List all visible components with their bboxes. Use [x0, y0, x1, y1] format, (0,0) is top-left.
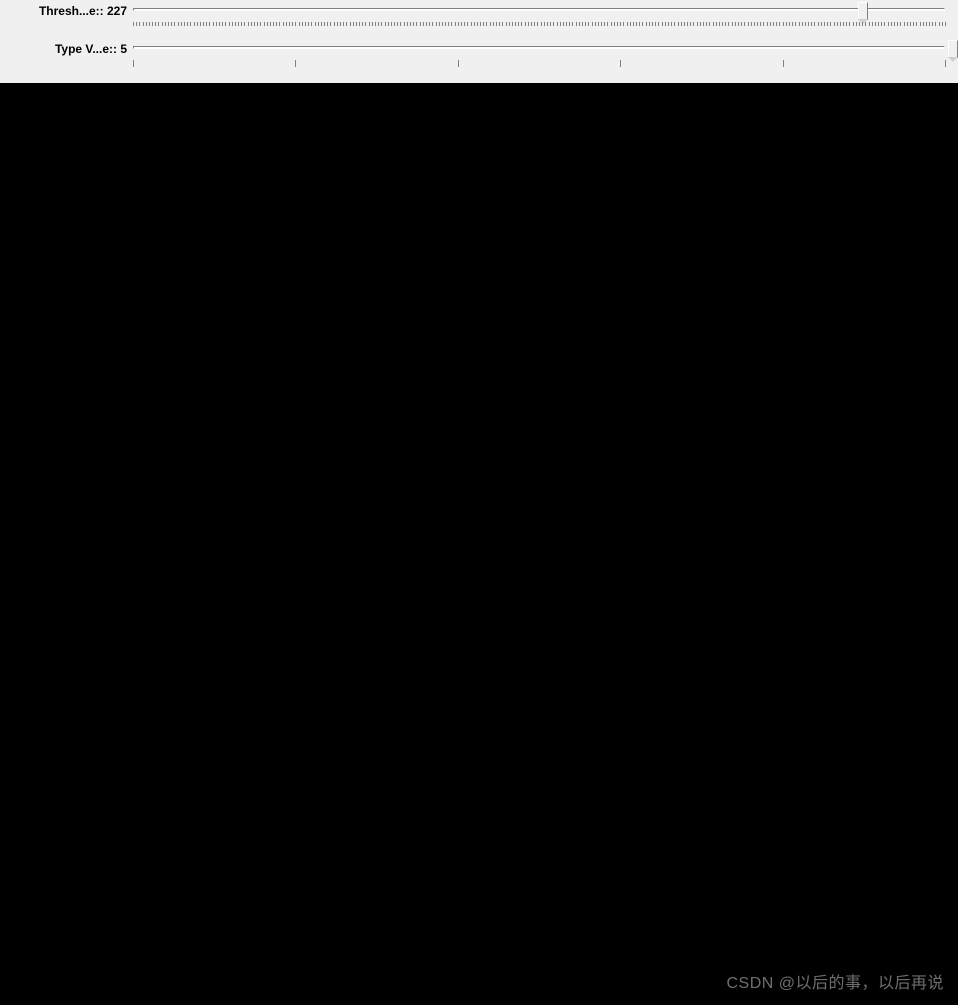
type-thumb[interactable] [948, 40, 958, 58]
threshold-slider[interactable] [133, 2, 953, 40]
type-slider-row: Type V...e:: 5 [5, 40, 953, 78]
type-slider[interactable] [133, 40, 953, 78]
type-label: Type V...e:: 5 [5, 40, 133, 56]
threshold-slider-row: Thresh...e:: 227 [5, 2, 953, 40]
type-ticks [133, 60, 945, 68]
threshold-track [133, 8, 945, 11]
threshold-label: Thresh...e:: 227 [5, 2, 133, 18]
control-panel: Thresh...e:: 227 Type V...e:: 5 [0, 0, 958, 83]
watermark-text: CSDN @以后的事，以后再说 [726, 969, 944, 993]
threshold-ticks [133, 22, 945, 30]
threshold-thumb[interactable] [858, 2, 868, 20]
type-track [133, 46, 945, 49]
